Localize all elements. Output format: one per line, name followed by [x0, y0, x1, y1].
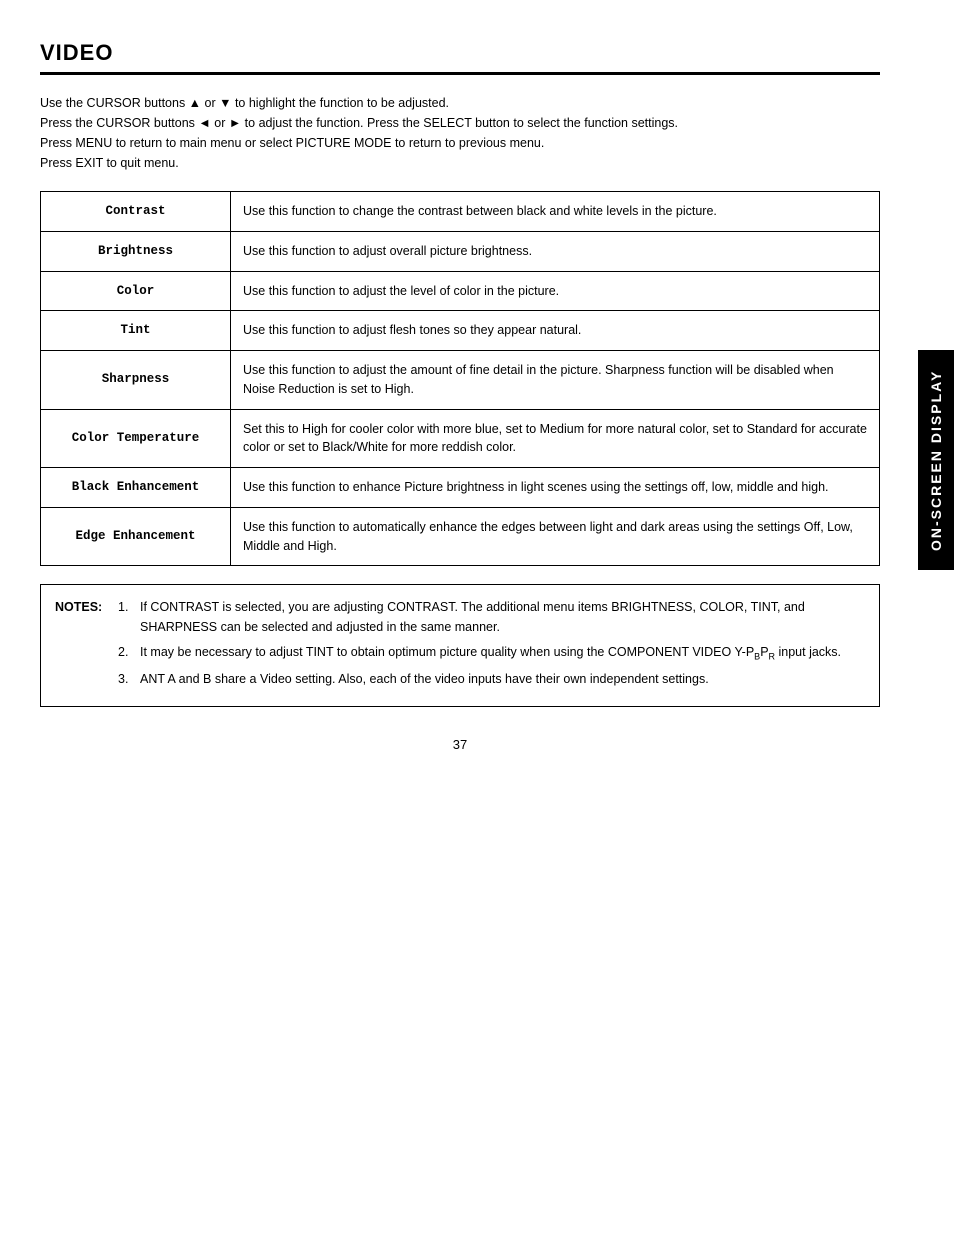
function-desc-brightness: Use this function to adjust overall pict…	[231, 231, 880, 271]
note-text-1: If CONTRAST is selected, you are adjusti…	[140, 597, 865, 637]
function-desc-color: Use this function to adjust the level of…	[231, 271, 880, 311]
table-row: Sharpness Use this function to adjust th…	[41, 351, 880, 410]
table-row: Color Use this function to adjust the le…	[41, 271, 880, 311]
function-desc-black-enhancement: Use this function to enhance Picture bri…	[231, 468, 880, 508]
notes-items: 1. If CONTRAST is selected, you are adju…	[118, 597, 865, 694]
table-row: Color Temperature Set this to High for c…	[41, 409, 880, 468]
note-text-2: It may be necessary to adjust TINT to ob…	[140, 642, 865, 664]
table-row: Brightness Use this function to adjust o…	[41, 231, 880, 271]
function-label-color-temp: Color Temperature	[41, 409, 231, 468]
function-label-color: Color	[41, 271, 231, 311]
notes-header: NOTES:	[55, 597, 110, 694]
table-row: Tint Use this function to adjust flesh t…	[41, 311, 880, 351]
function-label-sharpness: Sharpness	[41, 351, 231, 410]
table-row: Black Enhancement Use this function to e…	[41, 468, 880, 508]
table-row: Contrast Use this function to change the…	[41, 192, 880, 232]
note-item-3: 3. ANT A and B share a Video setting. Al…	[118, 669, 865, 689]
intro-text: Use the CURSOR buttons ▲ or ▼ to highlig…	[40, 93, 880, 173]
function-desc-edge-enhancement: Use this function to automatically enhan…	[231, 507, 880, 566]
note-item-2: 2. It may be necessary to adjust TINT to…	[118, 642, 865, 664]
function-desc-color-temp: Set this to High for cooler color with m…	[231, 409, 880, 468]
notes-box: NOTES: 1. If CONTRAST is selected, you a…	[40, 584, 880, 707]
note-num-1: 1.	[118, 597, 134, 637]
page-title: VIDEO	[40, 40, 880, 75]
note-num-3: 3.	[118, 669, 134, 689]
function-label-edge-enhancement: Edge Enhancement	[41, 507, 231, 566]
intro-line-3: Press MENU to return to main menu or sel…	[40, 133, 880, 153]
note-text-3: ANT A and B share a Video setting. Also,…	[140, 669, 865, 689]
function-label-black-enhancement: Black Enhancement	[41, 468, 231, 508]
function-table: Contrast Use this function to change the…	[40, 191, 880, 566]
function-desc-contrast: Use this function to change the contrast…	[231, 192, 880, 232]
intro-line-2: Press the CURSOR buttons ◄ or ► to adjus…	[40, 113, 880, 133]
table-row: Edge Enhancement Use this function to au…	[41, 507, 880, 566]
page-number: 37	[40, 737, 880, 752]
function-desc-sharpness: Use this function to adjust the amount o…	[231, 351, 880, 410]
function-label-contrast: Contrast	[41, 192, 231, 232]
intro-line-4: Press EXIT to quit menu.	[40, 153, 880, 173]
function-desc-tint: Use this function to adjust flesh tones …	[231, 311, 880, 351]
sidebar-label: ON-SCREEN DISPLAY	[918, 350, 954, 570]
intro-line-1: Use the CURSOR buttons ▲ or ▼ to highlig…	[40, 93, 880, 113]
note-num-2: 2.	[118, 642, 134, 664]
function-label-tint: Tint	[41, 311, 231, 351]
note-item-1: 1. If CONTRAST is selected, you are adju…	[118, 597, 865, 637]
function-label-brightness: Brightness	[41, 231, 231, 271]
